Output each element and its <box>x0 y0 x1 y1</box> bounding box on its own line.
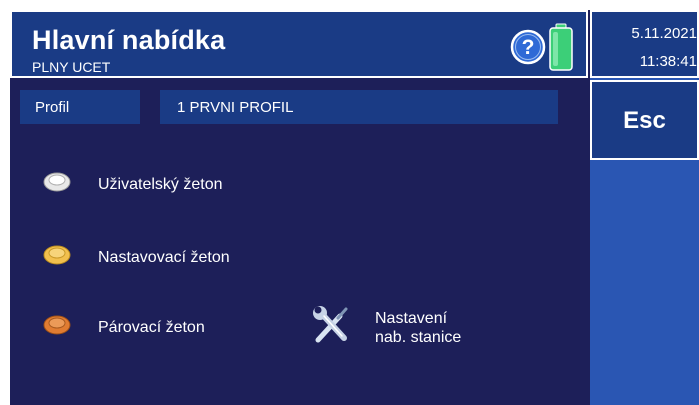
datetime-display: 5.11.2021 11:38:41 <box>590 10 699 78</box>
station-settings-item[interactable]: Nastavení nab. stanice <box>310 302 490 354</box>
tools-icon <box>313 306 348 343</box>
station-settings-label-line1: Nastavení <box>375 310 448 327</box>
white-token-icon <box>43 172 71 192</box>
profile-label-box: Profil <box>20 90 140 124</box>
yellow-token-icon <box>43 245 71 265</box>
esc-button[interactable]: Esc <box>590 80 699 160</box>
user-token-label: Uživatelský žeton <box>98 176 223 193</box>
profile-value: 1 PRVNI PROFIL <box>177 99 294 116</box>
esc-button-label: Esc <box>623 107 666 134</box>
pairing-token-item[interactable]: Párovací žeton <box>42 314 272 344</box>
account-status: PLNY UCET <box>32 59 111 75</box>
user-token-item[interactable]: Uživatelský žeton <box>42 171 272 201</box>
header-bar: Hlavní nabídka PLNY UCET ? <box>10 10 588 78</box>
main-screen: Hlavní nabídka PLNY UCET ? 5.11.2021 11:… <box>10 10 699 405</box>
profile-label: Profil <box>35 99 70 116</box>
station-settings-label-line2: nab. stanice <box>375 329 462 346</box>
battery-icon <box>549 23 573 71</box>
pairing-token-label: Párovací žeton <box>98 319 205 336</box>
help-icon[interactable]: ? <box>510 29 546 65</box>
date-display: 5.11.2021 <box>631 25 697 42</box>
orange-token-icon <box>43 315 71 335</box>
time-display: 11:38:41 <box>639 53 697 70</box>
profile-selector[interactable]: 1 PRVNI PROFIL <box>160 90 558 124</box>
svg-text:?: ? <box>522 36 535 59</box>
setup-token-label: Nastavovací žeton <box>98 249 230 266</box>
page-title: Hlavní nabídka <box>32 25 226 55</box>
setup-token-item[interactable]: Nastavovací žeton <box>42 244 272 274</box>
